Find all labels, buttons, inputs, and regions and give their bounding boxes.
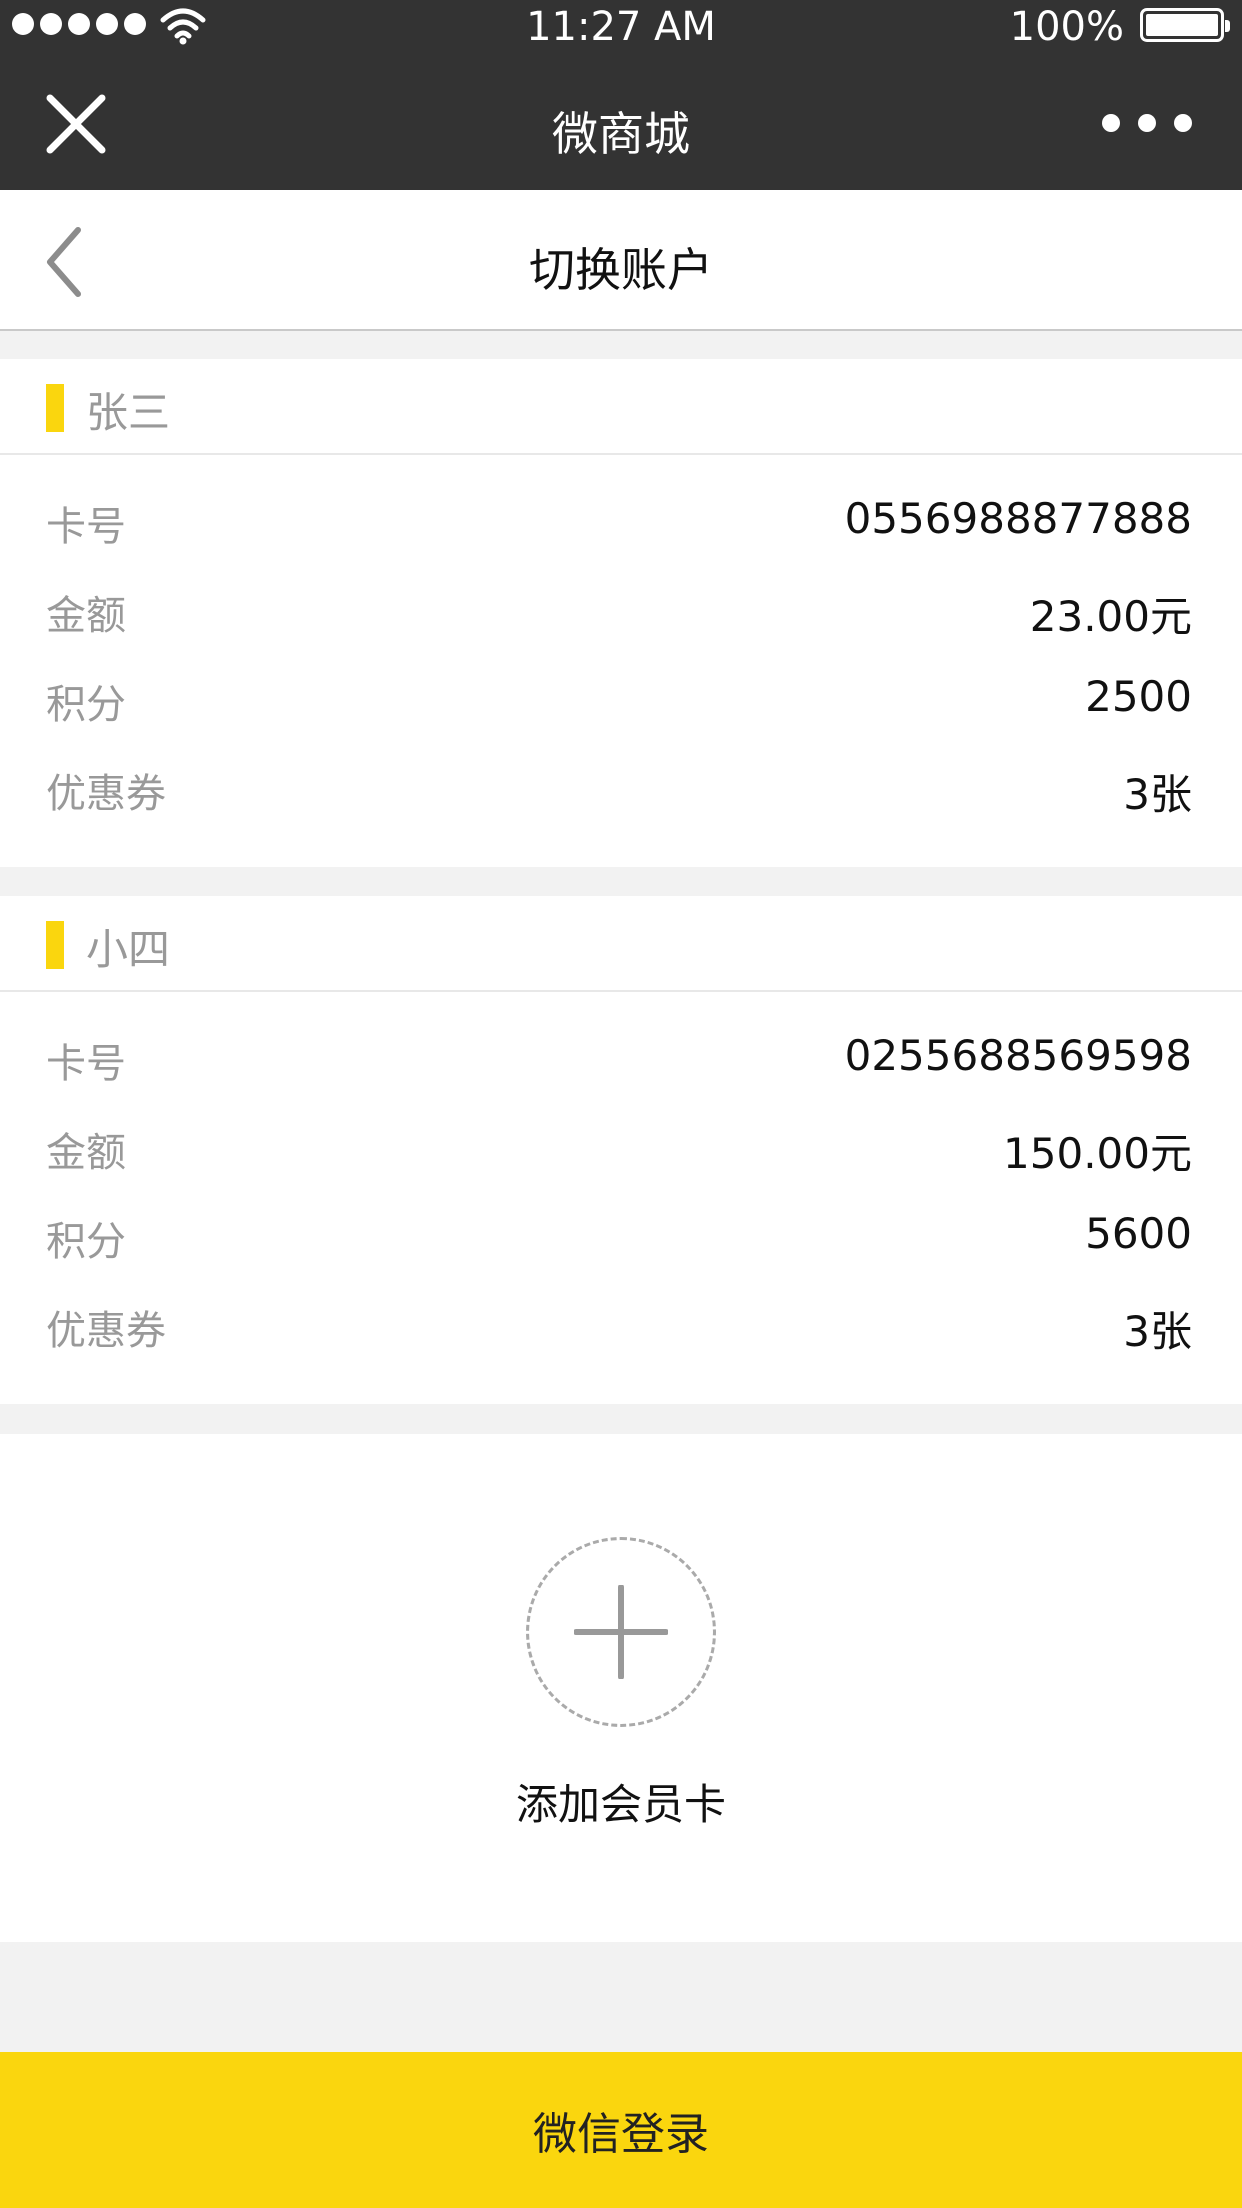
app-title: 微商城 bbox=[552, 107, 690, 161]
wechat-login-button[interactable]: 微信登录 bbox=[0, 2052, 1242, 2208]
row-value: 150.00元 bbox=[1003, 1129, 1192, 1178]
row-label: 金额 bbox=[46, 593, 126, 639]
row-value: 3张 bbox=[1123, 1307, 1192, 1356]
row-label: 积分 bbox=[46, 1219, 126, 1265]
more-icon[interactable] bbox=[1102, 114, 1192, 132]
accent-bar bbox=[46, 384, 64, 432]
card-number-row: 卡号 0255688569598 bbox=[0, 1015, 1242, 1104]
row-value: 0556988877888 bbox=[844, 494, 1192, 543]
row-label: 优惠券 bbox=[46, 1308, 166, 1354]
row-value: 2500 bbox=[1085, 672, 1192, 721]
row-label: 积分 bbox=[46, 682, 126, 728]
row-value: 0255688569598 bbox=[844, 1031, 1192, 1080]
row-label: 金额 bbox=[46, 1130, 126, 1176]
balance-row: 金额 150.00元 bbox=[0, 1104, 1242, 1193]
add-card-label[interactable]: 添加会员卡 bbox=[0, 1771, 1242, 1832]
row-value: 5600 bbox=[1085, 1209, 1192, 1258]
nav-bar: 切换账户 bbox=[0, 190, 1242, 331]
battery-percentage: 100% bbox=[1009, 4, 1124, 50]
balance-row: 金额 23.00元 bbox=[0, 567, 1242, 656]
row-label: 优惠券 bbox=[46, 771, 166, 817]
account-name: 张三 bbox=[86, 388, 171, 437]
add-card-button[interactable] bbox=[526, 1537, 716, 1727]
account-card-header: 小四 bbox=[0, 896, 1242, 992]
account-card[interactable]: 张三 卡号 0556988877888 金额 23.00元 积分 2500 优惠… bbox=[0, 359, 1242, 867]
card-number-row: 卡号 0556988877888 bbox=[0, 478, 1242, 567]
app-title-bar: 微商城 bbox=[0, 52, 1242, 190]
account-card-header: 张三 bbox=[0, 359, 1242, 455]
points-row: 积分 5600 bbox=[0, 1193, 1242, 1282]
page-title: 切换账户 bbox=[529, 243, 713, 297]
add-card-section: 添加会员卡 bbox=[0, 1434, 1242, 1942]
row-label: 卡号 bbox=[46, 504, 126, 550]
account-card[interactable]: 小四 卡号 0255688569598 金额 150.00元 积分 5600 优… bbox=[0, 896, 1242, 1404]
accent-bar bbox=[46, 921, 64, 969]
account-name: 小四 bbox=[86, 925, 171, 974]
row-label: 卡号 bbox=[46, 1041, 126, 1087]
row-value: 3张 bbox=[1123, 770, 1192, 819]
coupons-row: 优惠券 3张 bbox=[0, 745, 1242, 834]
row-value: 23.00元 bbox=[1029, 592, 1192, 641]
coupons-row: 优惠券 3张 bbox=[0, 1282, 1242, 1371]
points-row: 积分 2500 bbox=[0, 656, 1242, 745]
plus-icon bbox=[574, 1585, 668, 1679]
battery-icon bbox=[1140, 8, 1230, 42]
status-bar: 11:27 AM 100% bbox=[0, 0, 1242, 52]
